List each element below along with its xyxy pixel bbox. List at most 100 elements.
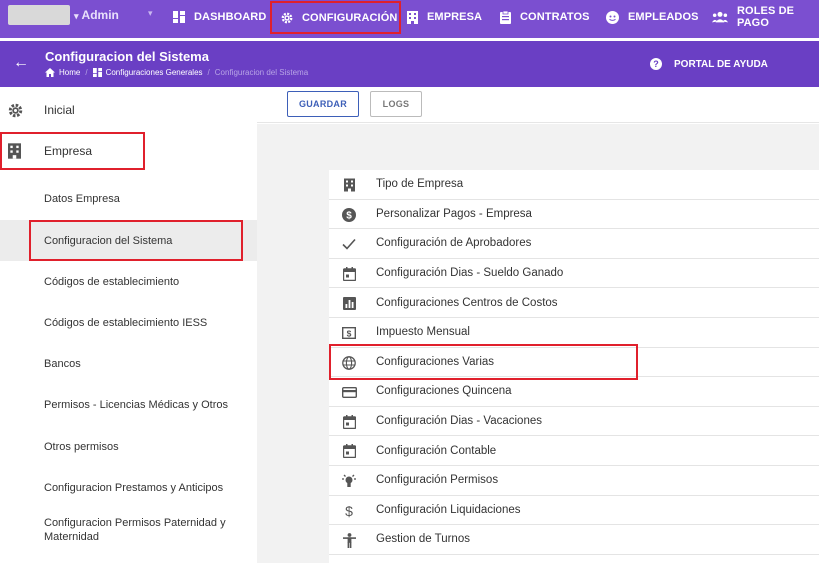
user-menu[interactable]: ▾ Admin (74, 8, 119, 22)
settings-item-quincena[interactable]: Configuraciones Quincena (329, 377, 819, 407)
settings-card: Tipo de Empresa $ Personalizar Pagos - E… (329, 170, 819, 563)
nav-empleados[interactable]: EMPLEADOS (606, 0, 699, 34)
sidebar-subitem-label: Bancos (44, 357, 81, 370)
sidebar-subitem-configuracion-del-sistema[interactable]: Configuracion del Sistema (0, 220, 257, 261)
money-icon: $ (341, 326, 357, 340)
bar-chart-icon (341, 296, 357, 310)
page-header: ← Configuracion del Sistema Home / Confi… (0, 41, 819, 87)
settings-item-personalizar-pagos[interactable]: $ Personalizar Pagos - Empresa (329, 200, 819, 230)
sidebar-subitem-codigos-iess[interactable]: Códigos de establecimiento IESS (0, 302, 257, 343)
svg-text:$: $ (346, 210, 352, 221)
nav-configuracion[interactable]: CONFIGURACIÓN (270, 1, 401, 34)
nav-label: EMPLEADOS (628, 11, 699, 23)
breadcrumb-current: Configuracion del Sistema (214, 68, 309, 77)
page-title: Configuracion del Sistema (45, 49, 209, 64)
help-portal-link[interactable]: ? PORTAL DE AYUDA (650, 58, 768, 70)
people-icon (712, 11, 729, 23)
settings-item-aprobadores[interactable]: Configuración de Aprobadores (329, 229, 819, 259)
breadcrumb-configuraciones-generales[interactable]: Configuraciones Generales (106, 68, 203, 77)
main-content: Tipo de Empresa $ Personalizar Pagos - E… (257, 124, 819, 563)
settings-item-label: Impuesto Mensual (376, 326, 470, 339)
settings-item-label: Configuraciones Centros de Costos (376, 296, 558, 309)
help-icon: ? (650, 58, 662, 70)
sidebar-subitem-datos-empresa[interactable]: Datos Empresa (0, 179, 257, 219)
settings-item-label: Configuraciones Varias (376, 355, 495, 368)
check-icon (341, 237, 357, 251)
sidebar-subitem-label: Códigos de establecimiento IESS (44, 316, 208, 329)
calendar-icon (341, 444, 357, 459)
settings-item-contable[interactable]: Configuración Contable (329, 436, 819, 466)
settings-item-label: Configuraciones Quincena (376, 385, 512, 398)
settings-item-label: Personalizar Pagos - Empresa (376, 207, 532, 220)
dashboard-icon (92, 68, 102, 77)
nav-contratos[interactable]: CONTRATOS (500, 0, 590, 34)
settings-item-label: Configuración Permisos (376, 474, 499, 487)
settings-item-label: Configuración de Aprobadores (376, 237, 532, 250)
sidebar-subitem-label: Otros permisos (44, 440, 119, 453)
dollar-circle-icon: $ (341, 207, 357, 222)
face-icon (606, 10, 619, 24)
sidebar: Inicial Empresa Datos Empresa Configurac… (0, 87, 257, 563)
svg-text:$: $ (345, 504, 353, 518)
settings-item-dias-sueldo[interactable]: Configuración Dias - Sueldo Ganado (329, 259, 819, 289)
gear-icon (8, 103, 23, 117)
settings-item-dias-vacaciones[interactable]: Configuración Dias - Vacaciones (329, 407, 819, 437)
dashboard-icon (173, 11, 185, 23)
globe-icon (341, 355, 357, 370)
settings-item-label: Gestion de Turnos (376, 533, 470, 546)
building-icon (8, 143, 21, 159)
logo (8, 5, 70, 25)
person-icon (341, 532, 357, 548)
settings-item-liquidaciones[interactable]: $ Configuración Liquidaciones (329, 496, 819, 526)
credit-card-icon (341, 385, 357, 399)
settings-item-label: Configuración Contable (376, 444, 497, 457)
chevron-down-icon[interactable]: ▾ (148, 8, 153, 19)
nav-label: EMPRESA (427, 11, 483, 23)
nav-label: CONTRATOS (520, 11, 590, 23)
sidebar-subitem-codigos-establecimiento[interactable]: Códigos de establecimiento (0, 261, 257, 302)
calendar-icon (341, 266, 357, 281)
nav-roles-de-pago[interactable]: ROLES DE PAGO (712, 0, 819, 34)
svg-text:?: ? (653, 59, 659, 69)
sidebar-subitem-label: Códigos de establecimiento (44, 275, 180, 288)
clipboard-icon (500, 10, 511, 24)
settings-item-configuraciones-varias[interactable]: Configuraciones Varias (329, 343, 819, 380)
sidebar-subitem-label: Datos Empresa (44, 193, 120, 205)
sidebar-subitem-permisos-licencias[interactable]: Permisos - Licencias Médicas y Otros (0, 384, 257, 426)
breadcrumb-home[interactable]: Home (59, 68, 80, 77)
sidebar-subitem-otros-permisos[interactable]: Otros permisos (0, 426, 257, 467)
calendar-icon (341, 414, 357, 429)
sidebar-subitem-label: Configuracion Permisos Paternidad y Mate… (44, 517, 226, 543)
nav-label: DASHBOARD (194, 11, 267, 23)
nav-dashboard[interactable]: DASHBOARD (173, 0, 266, 34)
home-icon (45, 68, 55, 77)
dollar-icon: $ (341, 504, 357, 518)
sidebar-subitem-label: Permisos - Licencias Médicas y Otros (44, 399, 228, 411)
settings-item-label: Configuración Dias - Sueldo Ganado (376, 267, 564, 280)
back-arrow-icon[interactable]: ← (13, 54, 29, 72)
breadcrumb: Home / Configuraciones Generales / Confi… (45, 68, 308, 77)
nav-label: ROLES DE PAGO (737, 5, 795, 29)
building-icon (407, 10, 418, 24)
save-button[interactable]: GUARDAR (287, 91, 359, 117)
top-navbar: ▾ Admin ▾ DASHBOARD CONFIGURACIÓN EMPRESA… (0, 0, 819, 38)
lightbulb-icon (341, 474, 357, 488)
gear-icon (281, 12, 293, 23)
settings-item-label: Configuración Dias - Vacaciones (376, 415, 542, 428)
sidebar-subitem-paternidad-maternidad[interactable]: Configuracion Permisos Paternidad y Mate… (0, 509, 257, 551)
toolbar: GUARDAR LOGS (257, 87, 819, 123)
sidebar-subitem-prestamos-anticipos[interactable]: Configuracion Prestamos y Anticipos (0, 467, 257, 508)
sidebar-item-label: Inicial (44, 103, 75, 117)
settings-item-permisos[interactable]: Configuración Permisos (329, 466, 819, 496)
settings-item-gestion-turnos[interactable]: Gestion de Turnos (329, 525, 819, 555)
settings-item-tipo-empresa[interactable]: Tipo de Empresa (329, 170, 819, 200)
logs-button[interactable]: LOGS (370, 91, 422, 117)
nav-empresa[interactable]: EMPRESA (407, 0, 482, 34)
settings-item-centros-costos[interactable]: Configuraciones Centros de Costos (329, 288, 819, 318)
sidebar-subitem-bancos[interactable]: Bancos (0, 343, 257, 384)
sidebar-item-inicial[interactable]: Inicial (0, 90, 257, 130)
sidebar-item-empresa[interactable]: Empresa (0, 132, 145, 170)
sidebar-subitem-label: Configuracion Prestamos y Anticipos (44, 481, 224, 494)
settings-item-label: Tipo de Empresa (376, 178, 464, 191)
svg-text:$: $ (347, 328, 352, 338)
